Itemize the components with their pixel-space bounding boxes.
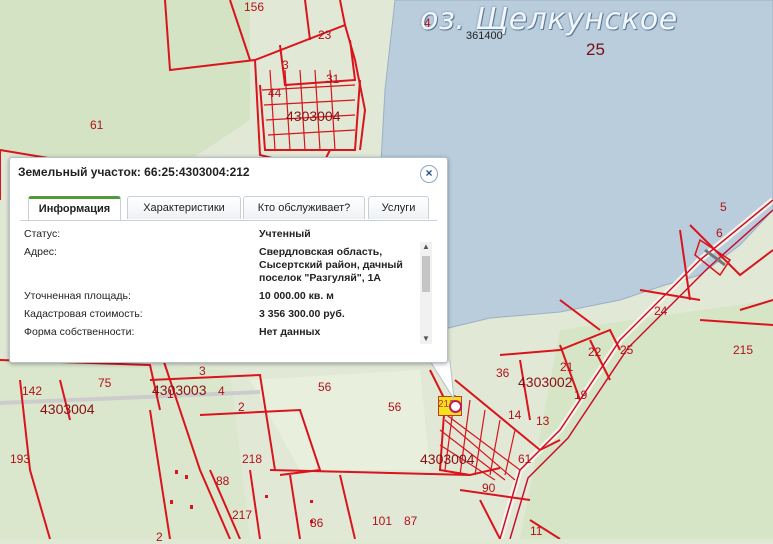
parcel-label: 31 <box>326 72 340 86</box>
info-value: Свердловская область, Сысертский район, … <box>259 246 403 284</box>
parcel-label: 44 <box>268 86 282 100</box>
parcel-label: 3 <box>199 364 206 378</box>
parcel-label: 24 <box>654 304 668 318</box>
parcel-label: 56 <box>318 380 332 394</box>
parcel-label: 4 <box>218 384 225 398</box>
parcel-label: 23 <box>318 28 332 42</box>
info-content: Статус: Учтенный Адрес: Свердловская обл… <box>24 224 424 346</box>
quarter-label: 4303003 <box>152 382 207 398</box>
parcel-info-popup: Земельный участок: 66:25:4303004:212 × И… <box>9 157 448 363</box>
parcel-label: 5 <box>720 200 727 214</box>
lake-cadastral-code: 361400 <box>466 30 503 42</box>
parcel-label: 22 <box>588 345 602 359</box>
info-value: 10 000.00 кв. м <box>259 290 334 302</box>
parcel-label: 13 <box>536 414 550 428</box>
tab-information[interactable]: Информация <box>28 196 121 220</box>
quarter-label: 4303004 <box>286 108 341 124</box>
popup-title: Земельный участок: 66:25:4303004:212 <box>18 165 250 179</box>
parcel-label: 11 <box>530 524 543 538</box>
info-value: Учтенный <box>259 228 311 240</box>
lake-title: оз. Щелкунское <box>420 2 678 37</box>
parcel-label: 142 <box>22 384 43 398</box>
quarter-label: 4303004 <box>40 401 95 417</box>
parcel-label: 2 <box>156 530 163 544</box>
scrollbar-thumb[interactable] <box>422 256 430 292</box>
info-value: 3 356 300.00 руб. <box>259 308 345 320</box>
popup-pointer <box>429 361 455 400</box>
info-value: Нет данных <box>259 326 321 338</box>
parcel-label: 4 <box>424 16 431 30</box>
parcel-label: 75 <box>98 376 112 390</box>
parcel-label: 217 <box>232 508 253 522</box>
parcel-label: 56 <box>388 400 402 414</box>
parcel-label: 6 <box>716 226 723 240</box>
parcel-label: 21 <box>560 360 574 374</box>
parcel-label: 86 <box>310 516 324 530</box>
parcel-label: 61 <box>90 118 104 132</box>
parcel-label: 25 <box>620 343 634 357</box>
info-key: Уточненная площадь: <box>24 290 131 302</box>
quarter-label: 4303004 <box>420 451 475 467</box>
info-key: Форма собственности: <box>24 326 135 338</box>
parcel-label: 193 <box>10 452 31 466</box>
close-icon[interactable]: × <box>420 165 438 183</box>
info-scrollbar[interactable]: ▲ ▼ <box>420 242 432 344</box>
tab-characteristics[interactable]: Характеристики <box>127 196 241 219</box>
parcel-label: 19 <box>574 388 588 402</box>
scroll-down-icon[interactable]: ▼ <box>421 334 431 344</box>
parcel-label: 218 <box>242 452 263 466</box>
tab-who-serves[interactable]: Кто обслуживает? <box>243 196 365 219</box>
scroll-up-icon[interactable]: ▲ <box>421 242 431 252</box>
info-key: Адрес: <box>24 246 57 258</box>
parcel-label: 14 <box>508 408 522 422</box>
info-key: Статус: <box>24 228 61 240</box>
parcel-label: 2 <box>238 400 245 414</box>
parcel-label: 90 <box>482 481 496 495</box>
parcel-label: 3 <box>282 58 289 72</box>
info-key: Кадастровая стоимость: <box>24 308 143 320</box>
parcel-label: 61 <box>518 452 532 466</box>
parcel-label: 1 <box>167 387 174 401</box>
parcel-label: 87 <box>404 514 418 528</box>
parcel-label: 88 <box>216 474 230 488</box>
tab-divider <box>20 220 437 221</box>
parcel-label: 101 <box>372 514 393 528</box>
parcel-label: 156 <box>244 0 265 14</box>
lake-parcel-number: 25 <box>586 40 605 59</box>
quarter-label: 4303002 <box>518 374 573 390</box>
parcel-label: 215 <box>733 343 754 357</box>
parcel-label: 36 <box>496 366 510 380</box>
tab-services[interactable]: Услуги <box>368 196 429 219</box>
